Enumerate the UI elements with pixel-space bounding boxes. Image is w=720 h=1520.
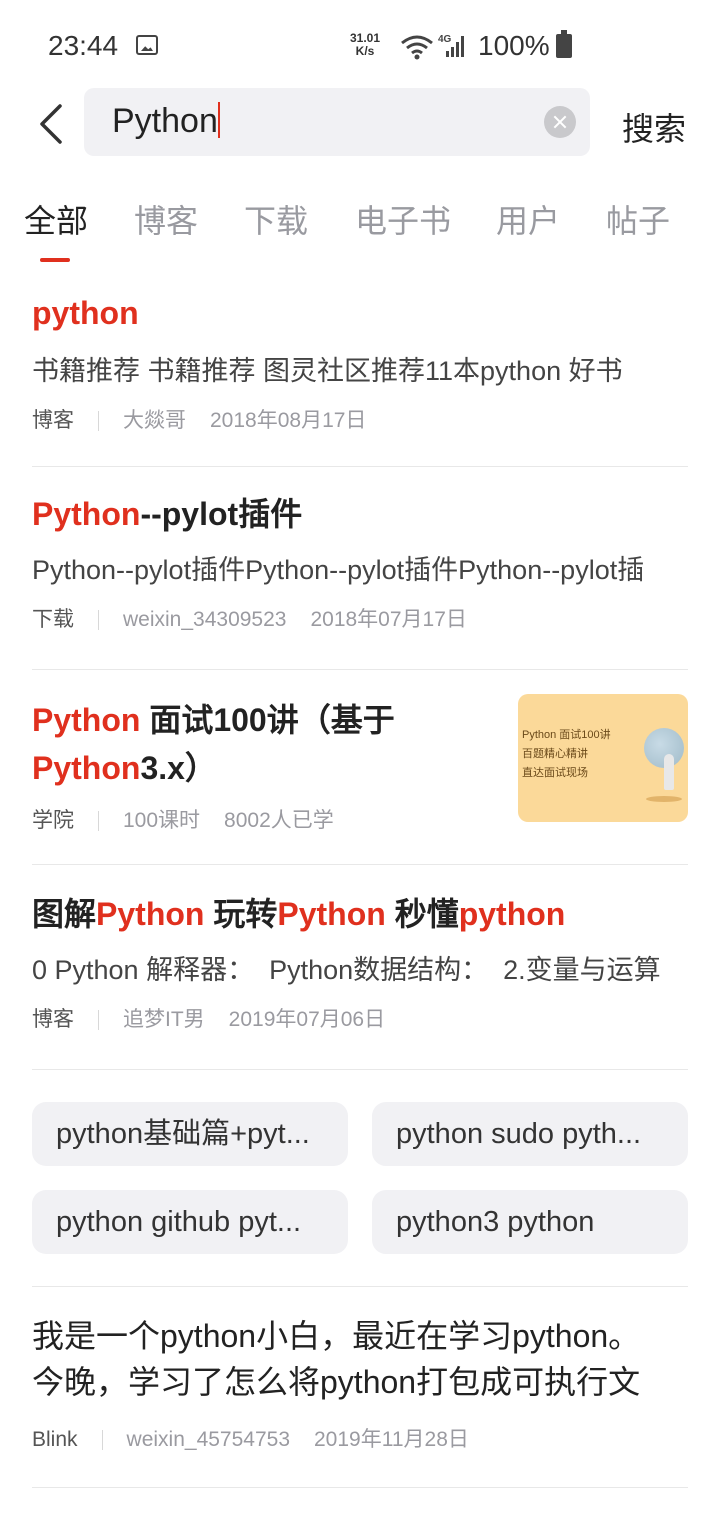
result-date: 2018年08月17日 [210,409,367,432]
result-meta: Blink weixin_45754753 2019年11月28日 [32,1425,688,1455]
title-text: 玩转 [204,896,278,932]
title-text: 面试100讲（基于 [140,702,395,738]
illustration-shadow [646,796,682,802]
title-text: 秒懂 [385,896,459,932]
result-item-course[interactable]: Python 面试100讲（基于 Python3.x） 学院 100课时 800… [32,670,688,865]
result-item[interactable]: python 书籍推荐 书籍推荐 图灵社区推荐11本python 好书 博客 大… [32,270,688,467]
search-button[interactable]: 搜索 [622,104,686,150]
blink-text-line: 今晚，学习了怎么将python打包成可执行文 [32,1364,641,1400]
tab-blog[interactable]: 博客 [134,196,198,242]
result-type: 博客 [32,409,74,432]
status-time: 23:44 [48,30,119,61]
course-thumbnail[interactable]: Python 面试100讲 百题精心精讲 直达面试现场 [518,694,688,822]
search-query-text: Python [112,102,218,140]
result-item[interactable]: 图解Python 玩转Python 秒懂python 0 Python 解释器：… [32,865,688,1070]
result-description: 0 Python 解释器： Python数据结构： 2.变量与运算 [32,955,661,985]
thumbnail-line: 直达面试现场 [522,767,588,779]
title-highlight: python [458,896,566,932]
meta-divider [98,811,99,831]
tab-post[interactable]: 帖子 [606,196,670,242]
result-author[interactable]: weixin_45754753 [127,1425,290,1455]
result-type: Blink [32,1428,78,1451]
battery-icon [556,30,572,58]
meta-divider [101,1430,103,1450]
thumbnail-line: 百题精心精讲 [522,748,588,760]
thumbnail-text: Python 面试100讲 百题精心精讲 直达面试现场 [522,726,611,783]
rocket-illustration [664,754,674,790]
result-meta: 博客 大燚哥 2018年08月17日 [32,406,688,436]
result-meta: 博客 追梦IT男 2019年07月06日 [32,1005,688,1035]
result-author[interactable]: 追梦IT男 [123,1005,205,1035]
tab-user[interactable]: 用户 [496,196,560,242]
meta-divider [98,411,99,431]
title-highlight: Python [32,496,141,532]
network-speed: 31.01 K/s [350,32,380,58]
title-highlight: python [32,295,139,331]
result-author[interactable]: weixin_34309523 [123,605,286,635]
tab-download[interactable]: 下载 [244,196,308,242]
result-meta: 下载 weixin_34309523 2018年07月17日 [32,605,688,635]
title-text: --pylot插件 [140,496,303,532]
battery-percent: 100% [478,30,550,61]
back-arrow-icon[interactable] [34,102,74,146]
title-highlight: Python [96,896,205,932]
related-search-chip[interactable]: python sudo pyth... [372,1102,688,1166]
result-type: 下载 [32,608,74,631]
result-title[interactable]: 图解Python 玩转Python 秒懂python [32,865,688,935]
result-date: 2019年07月06日 [228,1008,386,1031]
search-query[interactable]: Python [112,101,220,141]
thumbnail-line: Python 面试100讲 [522,729,611,741]
result-date: 2019年11月28日 [314,1428,469,1451]
active-tab-indicator [40,258,70,262]
result-date: 2018年07月17日 [310,608,467,631]
result-title[interactable]: 我是一个python小白，最近在学习python。 今晚，学习了怎么将pytho… [32,1287,688,1405]
title-text: 3.x） [140,750,217,786]
category-tabs: 全部 博客 下载 电子书 用户 帖子 [0,196,720,266]
related-search-chip[interactable]: python3 python [372,1190,688,1254]
related-search-chip[interactable]: python基础篇+pyt... [32,1102,348,1166]
clear-search-icon[interactable] [544,106,576,138]
meta-divider [98,1010,99,1030]
cell-signal-icon: 4G [438,34,464,57]
search-input[interactable]: Python [84,88,590,156]
result-author[interactable]: 大燚哥 [123,406,186,436]
search-header: Python 搜索 [0,88,720,160]
result-item-blink[interactable]: 我是一个python小白，最近在学习python。 今晚，学习了怎么将pytho… [32,1287,688,1488]
related-searches: python基础篇+pyt... python sudo pyth... pyt… [32,1070,688,1287]
result-title[interactable]: python [32,270,688,334]
result-type: 博客 [32,1008,74,1031]
text-caret [217,102,220,138]
result-title[interactable]: Python 面试100讲（基于 Python3.x） [32,670,472,792]
result-item[interactable]: Python--pylot插件 Python--pylot插件Python--p… [32,467,688,670]
result-description: Python--pylot插件Python--pylot插件Python--py… [32,555,645,585]
course-learners: 8002人已学 [224,809,334,832]
title-highlight: Python [32,702,141,738]
result-description: 书籍推荐 书籍推荐 图灵社区推荐11本python 好书 [32,356,623,386]
meta-divider [98,610,99,630]
title-text: 图解 [32,896,97,932]
network-speed-unit: K/s [355,44,375,58]
search-results: python 书籍推荐 书籍推荐 图灵社区推荐11本python 好书 博客 大… [32,270,688,1488]
wifi-icon [401,35,433,60]
result-title[interactable]: Python--pylot插件 [32,467,688,535]
tab-all[interactable]: 全部 [24,196,88,242]
blink-text-line: 我是一个python小白，最近在学习python。 [32,1318,641,1354]
course-lessons: 100课时 [123,809,201,832]
result-type: 学院 [32,809,74,832]
status-bar: 23:44 31.01 K/s 4G 100% [0,0,720,90]
image-notification-icon [136,35,158,55]
network-type-label: 4G [438,34,452,45]
related-search-chip[interactable]: python github pyt... [32,1190,348,1254]
tab-ebook[interactable]: 电子书 [355,196,451,242]
title-highlight: Python [277,896,386,932]
title-highlight: Python [32,750,141,786]
